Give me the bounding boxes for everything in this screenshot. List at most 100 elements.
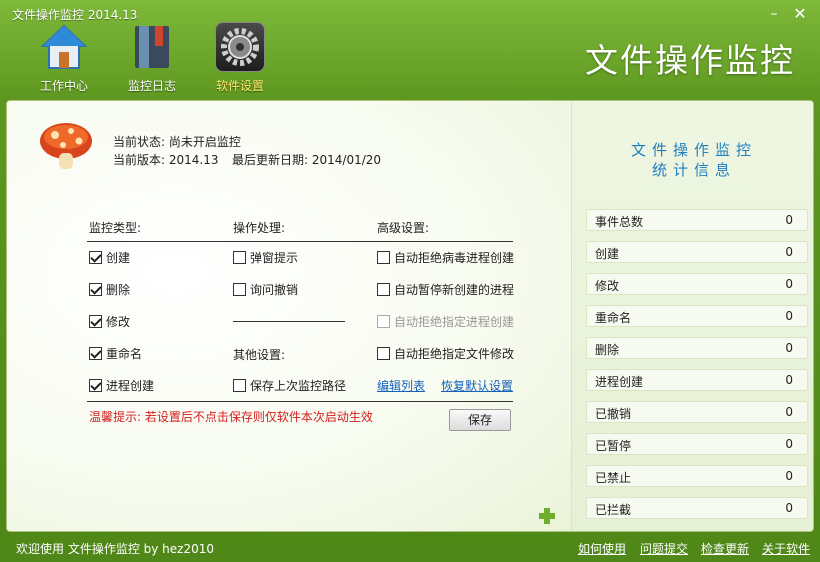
checkbox-reject-specified-process: 自动拒绝指定进程创建	[377, 313, 514, 330]
checkbox-label: 自动暂停新创建的进程	[394, 283, 515, 297]
checkbox-create[interactable]: 创建	[89, 249, 130, 266]
checkbox-delete[interactable]: 删除	[89, 281, 130, 298]
checkbox-label: 删除	[106, 283, 131, 297]
stat-row-forbidden: 已禁止 0	[586, 465, 808, 487]
stat-label: 事件总数	[595, 215, 644, 229]
stat-label: 已暂停	[595, 439, 632, 453]
checkbox-modify[interactable]: 修改	[89, 313, 130, 330]
toolbar-item-software-settings[interactable]: 软件设置	[203, 22, 277, 96]
stat-row-total-events: 事件总数 0	[586, 209, 808, 231]
checkbox-pause-new-process[interactable]: 自动暂停新创建的进程	[377, 281, 514, 298]
checkbox-box[interactable]	[377, 283, 390, 296]
current-status-text: 当前状态: 尚未开启监控	[113, 135, 241, 149]
edit-list-link[interactable]: 编辑列表	[377, 377, 425, 394]
footer-welcome-text: 欢迎使用 文件操作监控 by hez2010	[16, 542, 214, 556]
divider	[87, 401, 513, 402]
stat-value: 0	[785, 213, 793, 227]
stat-value: 0	[785, 469, 793, 483]
stat-row-delete: 删除 0	[586, 337, 808, 359]
checkbox-box[interactable]	[89, 283, 102, 296]
stat-label: 修改	[595, 279, 620, 293]
checkbox-label: 询问撤销	[250, 283, 299, 297]
checkbox-process-create[interactable]: 进程创建	[89, 377, 154, 394]
stat-row-undone: 已撤销 0	[586, 401, 808, 423]
stat-label: 已拦截	[595, 503, 632, 517]
checkbox-box[interactable]	[89, 379, 102, 392]
stat-value: 0	[785, 245, 793, 259]
stat-value: 0	[785, 341, 793, 355]
stat-label: 已撤销	[595, 407, 632, 421]
stat-row-blocked: 已拦截 0	[586, 497, 808, 519]
checkbox-save-last-path[interactable]: 保存上次监控路径	[233, 377, 346, 394]
stat-label: 进程创建	[595, 375, 644, 389]
checkbox-label: 弹窗提示	[250, 251, 299, 265]
checkbox-reject-virus-process[interactable]: 自动拒绝病毒进程创建	[377, 249, 514, 266]
checkbox-rename[interactable]: 重命名	[89, 345, 142, 362]
stat-label: 删除	[595, 343, 620, 357]
stat-label: 创建	[595, 247, 620, 261]
stat-value: 0	[785, 437, 793, 451]
add-plus-icon[interactable]	[538, 507, 556, 525]
stat-value: 0	[785, 501, 793, 515]
checkbox-reject-file-modify[interactable]: 自动拒绝指定文件修改	[377, 345, 514, 362]
settings-gear-icon	[221, 28, 259, 66]
stat-value: 0	[785, 277, 793, 291]
mushroom-logo-icon	[40, 123, 92, 169]
divider	[233, 321, 345, 322]
toolbar-item-monitor-log[interactable]: 监控日志	[115, 24, 189, 96]
home-icon	[41, 24, 87, 69]
checkbox-box[interactable]	[377, 251, 390, 264]
log-book-icon	[135, 26, 169, 68]
checkbox-box[interactable]	[89, 347, 102, 360]
minimize-button[interactable]: –	[764, 4, 784, 24]
stat-label: 重命名	[595, 311, 632, 325]
checkbox-label: 自动拒绝指定进程创建	[394, 315, 515, 329]
footer-link-submit-issue[interactable]: 问题提交	[640, 540, 688, 557]
checkbox-box[interactable]	[233, 251, 246, 264]
stats-title-line1: 文件操作监控	[630, 141, 757, 159]
stat-value: 0	[785, 373, 793, 387]
stat-value: 0	[785, 405, 793, 419]
monitor-type-header: 监控类型:	[89, 221, 142, 235]
checkbox-box[interactable]	[89, 251, 102, 264]
checkbox-ask-undo[interactable]: 询问撤销	[233, 281, 298, 298]
checkbox-label: 创建	[106, 251, 131, 265]
stats-title-line2: 统计信息	[651, 161, 736, 179]
stat-row-rename: 重命名 0	[586, 305, 808, 327]
footer-link-check-update[interactable]: 检查更新	[701, 540, 749, 557]
footer-link-how-to-use[interactable]: 如何使用	[578, 540, 626, 557]
checkbox-label: 进程创建	[106, 379, 155, 393]
stat-row-process-create: 进程创建 0	[586, 369, 808, 391]
stats-panel: 文件操作监控 统计信息 事件总数 0 创建 0 修改 0 重命名 0 删除 0 进程创建 0…	[571, 101, 813, 531]
restore-default-link[interactable]: 恢复默认设置	[441, 377, 513, 394]
close-button[interactable]: ✕	[790, 4, 810, 24]
checkbox-box	[377, 315, 390, 328]
checkbox-label: 自动拒绝病毒进程创建	[394, 251, 515, 265]
footer-link-about[interactable]: 关于软件	[762, 540, 810, 557]
checkbox-label: 保存上次监控路径	[250, 379, 347, 393]
stat-label: 已禁止	[595, 471, 632, 485]
save-button[interactable]: 保存	[449, 409, 511, 431]
toolbar-item-work-center[interactable]: 工作中心	[27, 24, 101, 96]
app-name-banner: 文件操作监控	[585, 41, 795, 80]
app-window: 文件操作监控 2014.13 – ✕ 工作中心 监控日志 软件设置 文件操作监控	[0, 0, 820, 562]
checkbox-label: 重命名	[106, 347, 143, 361]
checkbox-label: 修改	[106, 315, 131, 329]
save-tip-text: 温馨提示: 若设置后不点击保存则仅软件本次启动生效	[89, 410, 373, 424]
stat-row-modify: 修改 0	[586, 273, 808, 295]
toolbar-label: 软件设置	[215, 79, 264, 93]
checkbox-box[interactable]	[377, 347, 390, 360]
checkbox-popup-alert[interactable]: 弹窗提示	[233, 249, 298, 266]
checkbox-label: 自动拒绝指定文件修改	[394, 347, 515, 361]
operation-header: 操作处理:	[233, 221, 286, 235]
main-panel: 当前状态: 尚未开启监控 当前版本: 2014.13 最后更新日期: 2014/…	[6, 100, 814, 532]
settings-panel: 当前状态: 尚未开启监控 当前版本: 2014.13 最后更新日期: 2014/…	[7, 101, 571, 531]
last-update-text: 最后更新日期: 2014/01/20	[232, 153, 382, 167]
checkbox-box[interactable]	[89, 315, 102, 328]
stat-row-paused: 已暂停 0	[586, 433, 808, 455]
checkbox-box[interactable]	[233, 283, 246, 296]
other-settings-header: 其他设置:	[233, 348, 286, 362]
divider	[87, 241, 513, 242]
checkbox-box[interactable]	[233, 379, 246, 392]
current-version-text: 当前版本: 2014.13	[113, 153, 219, 167]
